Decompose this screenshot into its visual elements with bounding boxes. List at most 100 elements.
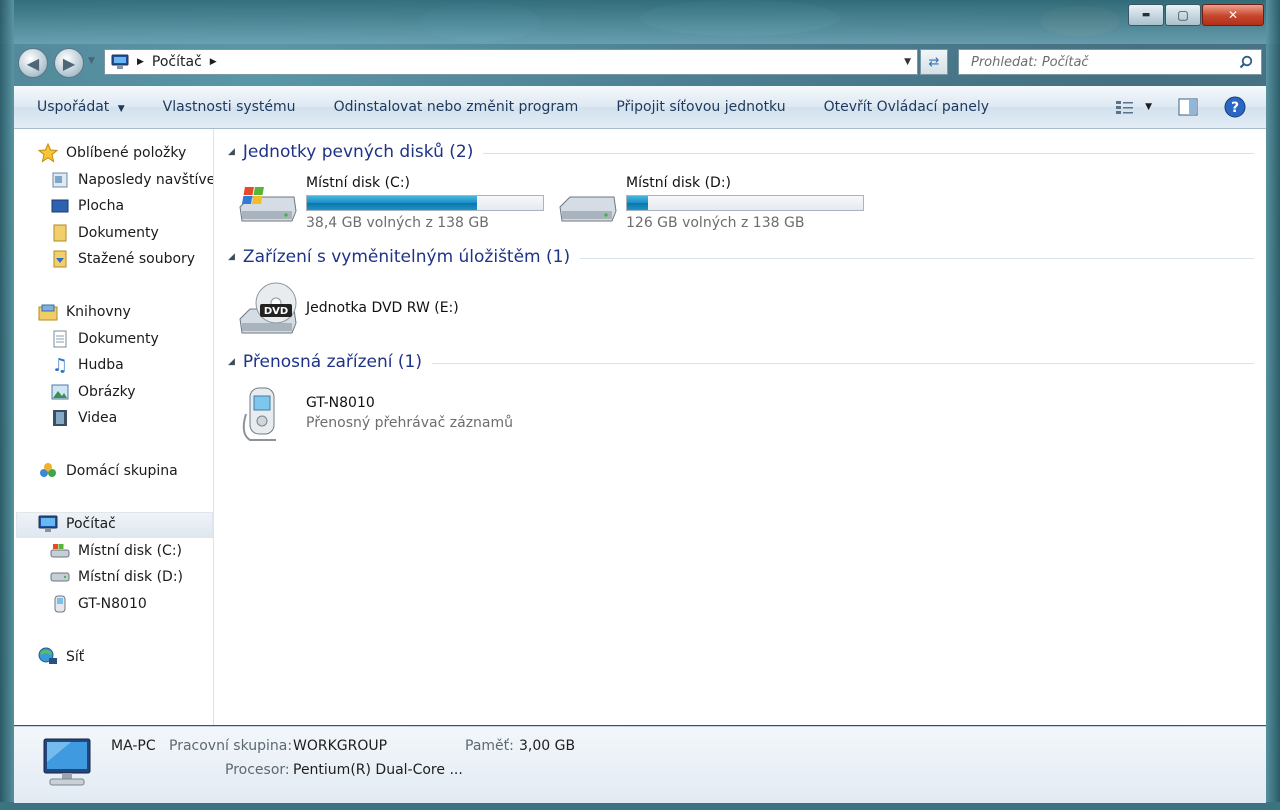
breadcrumb-computer[interactable]: Počítač (152, 54, 202, 70)
group-header-removable[interactable]: ◢ Zařízení s vyměnitelným úložištěm (1) (228, 247, 1254, 267)
address-bar[interactable]: ▶ Počítač ▶ ▼ (104, 49, 918, 75)
nav-documents[interactable]: Dokumenty (50, 221, 159, 245)
nav-homegroup[interactable]: Domácí skupina (38, 459, 178, 483)
search-input[interactable] (969, 53, 1239, 71)
drive-free-space: 126 GB volných z 138 GB (626, 215, 805, 231)
videos-icon (50, 408, 70, 428)
address-history-dropdown[interactable]: ▼ (904, 57, 911, 67)
chevron-down-icon: ▼ (117, 104, 125, 114)
system-properties-button[interactable]: Vlastnosti systému (144, 99, 315, 115)
search-box[interactable] (958, 49, 1262, 75)
window-frame-right (1266, 0, 1280, 810)
forward-button[interactable]: ▶ (54, 48, 84, 78)
arrow-left-icon: ◀ (26, 53, 40, 73)
close-button[interactable]: ✕ (1202, 4, 1264, 26)
nav-lib-documents[interactable]: Dokumenty (50, 327, 159, 351)
open-control-panel-button[interactable]: Otevřít Ovládací panely (805, 99, 1008, 115)
dvd-drive-tile[interactable]: DVD Jednotka DVD RW (E:) (236, 279, 546, 339)
organize-label: Uspořádat (37, 99, 110, 115)
workgroup-value: WORKGROUP (293, 738, 388, 754)
arrow-right-icon: ▶ (62, 53, 76, 73)
processor-label: Procesor: (225, 762, 290, 778)
dvd-drive-icon: DVD (239, 282, 297, 334)
computer-icon (43, 738, 91, 786)
nav-lib-music[interactable]: ♫ Hudba (50, 353, 124, 377)
minimize-button[interactable]: ▬ (1128, 4, 1164, 26)
homegroup-icon (38, 461, 58, 481)
nav-gt-n8010[interactable]: GT-N8010 (50, 592, 147, 616)
group-divider (432, 363, 1254, 364)
pictures-icon (50, 382, 70, 402)
nav-item-label: Místní disk (D:) (78, 569, 184, 585)
collapse-triangle-icon[interactable]: ◢ (228, 252, 235, 262)
uninstall-program-button[interactable]: Odinstalovat nebo změnit program (315, 99, 598, 115)
group-header-portable[interactable]: ◢ Přenosná zařízení (1) (228, 352, 1254, 372)
drive-c-tile[interactable]: Místní disk (C:) 38,4 GB volných z 138 G… (236, 175, 546, 233)
drive-name: Místní disk (C:) (306, 175, 411, 191)
group-title: Jednotky pevných disků (2) (242, 142, 474, 162)
content-pane: ◢ Jednotky pevných disků (2) Místní disk… (214, 129, 1266, 725)
nav-lib-videos[interactable]: Videa (50, 406, 117, 430)
folder-icon (50, 223, 70, 243)
help-button[interactable]: ? (1224, 96, 1246, 118)
collapse-triangle-icon[interactable]: ◢ (228, 357, 235, 367)
recent-pages-dropdown[interactable]: ▼ (88, 56, 95, 66)
computer-icon (38, 514, 58, 534)
group-header-hard-disks[interactable]: ◢ Jednotky pevných disků (2) (228, 142, 1254, 162)
chevron-down-icon: ▼ (1145, 102, 1152, 112)
preview-pane-button[interactable] (1178, 98, 1198, 116)
group-title: Zařízení s vyměnitelným úložištěm (1) (242, 247, 571, 267)
refresh-button[interactable]: ⇄ (920, 49, 948, 75)
windows-drive-icon (239, 187, 297, 222)
details-pane: MA-PC Pracovní skupina: WORKGROUP Paměť:… (14, 726, 1266, 803)
nav-network[interactable]: Síť (38, 645, 84, 669)
dvd-drive-name: Jednotka DVD RW (E:) (306, 300, 459, 316)
portable-device-tile[interactable]: GT-N8010 Přenosný přehrávač záznamů (236, 384, 546, 444)
maximize-button[interactable]: ▢ (1165, 4, 1201, 26)
navigation-pane: Oblíbené položky Naposledy navštíver Plo… (14, 129, 214, 725)
memory-label: Paměť: (465, 738, 514, 754)
nav-homegroup-label: Domácí skupina (66, 463, 178, 479)
breadcrumb-separator-icon[interactable]: ▶ (210, 57, 217, 67)
document-icon (50, 329, 70, 349)
group-divider (580, 258, 1254, 259)
caption-buttons: ▬ ▢ ✕ (1127, 4, 1264, 26)
hard-drive-icon (50, 567, 70, 587)
map-network-drive-button[interactable]: Připojit síťovou jednotku (597, 99, 804, 115)
nav-item-label: Dokumenty (78, 225, 159, 241)
windows-drive-icon (50, 541, 70, 561)
portable-device-icon (242, 387, 276, 441)
nav-libraries[interactable]: Knihovny (38, 300, 131, 324)
nav-favorites[interactable]: Oblíbené položky (38, 141, 186, 165)
dvd-badge: DVD (264, 306, 288, 317)
portable-device-type: Přenosný přehrávač záznamů (306, 415, 514, 431)
help-icon: ? (1224, 96, 1246, 118)
explorer-window: ▬ ▢ ✕ ◀ ▶ ▼ ▶ Počítač ▶ ▼ ⇄ Uspořádat ▼ (0, 0, 1280, 810)
star-icon (38, 143, 58, 163)
nav-item-label: Hudba (78, 357, 124, 373)
nav-recent-places[interactable]: Naposledy navštíver (50, 168, 213, 192)
collapse-triangle-icon[interactable]: ◢ (228, 147, 235, 157)
change-view-button[interactable]: ▼ (1115, 99, 1152, 115)
window-frame-left (0, 0, 14, 810)
breadcrumb-separator-icon[interactable]: ▶ (137, 57, 144, 67)
nav-desktop[interactable]: Plocha (50, 194, 124, 218)
drive-usage-bar (626, 195, 864, 211)
music-icon: ♫ (51, 354, 69, 376)
back-button[interactable]: ◀ (18, 48, 48, 78)
title-bar[interactable] (0, 0, 1280, 44)
nav-computer[interactable]: Počítač (38, 512, 116, 536)
nav-lib-pictures[interactable]: Obrázky (50, 380, 135, 404)
nav-item-label: Plocha (78, 198, 125, 214)
nav-downloads[interactable]: Stažené soubory (50, 247, 195, 271)
drive-usage-fill (307, 196, 477, 210)
search-icon[interactable] (1239, 55, 1253, 69)
nav-drive-d[interactable]: Místní disk (D:) (50, 565, 183, 589)
portable-device-icon (50, 594, 70, 614)
nav-drive-c[interactable]: Místní disk (C:) (50, 539, 182, 563)
drive-d-tile[interactable]: Místní disk (D:) 126 GB volných z 138 GB (556, 175, 866, 233)
libraries-icon (38, 302, 58, 322)
computer-icon (111, 54, 129, 70)
organize-menu[interactable]: Uspořádat ▼ (14, 99, 144, 115)
network-icon (38, 647, 58, 667)
